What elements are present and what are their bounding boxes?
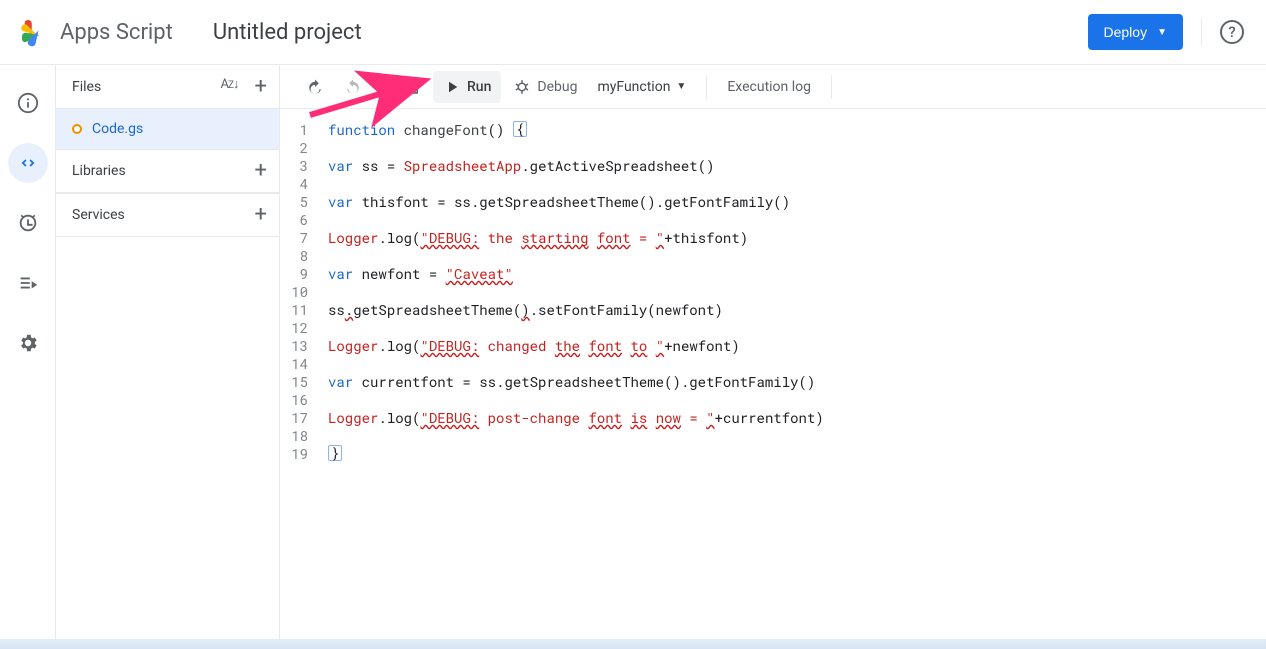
file-name: Code.gs bbox=[92, 121, 143, 137]
rail-editor[interactable] bbox=[8, 143, 48, 183]
executions-icon bbox=[17, 272, 39, 294]
debug-icon bbox=[513, 78, 531, 96]
execution-log-button[interactable]: Execution log bbox=[719, 71, 819, 103]
code-line[interactable] bbox=[328, 355, 1266, 373]
function-name: myFunction bbox=[597, 79, 670, 95]
help-button[interactable]: ? bbox=[1220, 20, 1244, 44]
code-body[interactable]: function changeFont() { var ss = Spreadsh… bbox=[318, 109, 1266, 649]
line-gutter: 12345678910111213141516171819 bbox=[280, 109, 318, 649]
redo-button[interactable] bbox=[336, 71, 370, 103]
execution-log-label: Execution log bbox=[727, 79, 811, 95]
info-icon bbox=[17, 92, 39, 114]
header-separator bbox=[1201, 18, 1202, 46]
code-line[interactable]: } bbox=[328, 445, 1266, 463]
chevron-down-icon: ▼ bbox=[1157, 27, 1167, 38]
rail-settings[interactable] bbox=[8, 323, 48, 363]
debug-button[interactable]: Debug bbox=[505, 71, 585, 103]
function-select[interactable]: myFunction ▼ bbox=[589, 71, 694, 103]
files-header: Files AZ↓ + bbox=[56, 65, 279, 109]
rail-overview[interactable] bbox=[8, 83, 48, 123]
code-editor[interactable]: 12345678910111213141516171819 function c… bbox=[280, 109, 1266, 649]
services-label: Services bbox=[72, 207, 255, 223]
product-name: Apps Script bbox=[60, 20, 173, 45]
file-item-code-gs[interactable]: Code.gs bbox=[56, 109, 279, 149]
toolbar-separator bbox=[831, 75, 832, 99]
deploy-button[interactable]: Deploy ▼ bbox=[1088, 14, 1184, 50]
undo-button[interactable] bbox=[298, 71, 332, 103]
apps-script-logo-icon bbox=[16, 14, 52, 50]
code-line[interactable] bbox=[328, 427, 1266, 445]
sort-az-icon[interactable]: AZ↓ bbox=[221, 76, 239, 98]
files-label: Files bbox=[72, 79, 221, 95]
project-title[interactable]: Untitled project bbox=[213, 20, 362, 45]
code-line[interactable]: Logger.log("DEBUG: the starting font = "… bbox=[328, 229, 1266, 247]
deploy-button-label: Deploy bbox=[1104, 24, 1148, 40]
clock-icon bbox=[17, 212, 39, 234]
services-header: Services + bbox=[56, 193, 279, 237]
code-line[interactable]: var currentfont = ss.getSpreadsheetTheme… bbox=[328, 373, 1266, 391]
debug-label: Debug bbox=[537, 79, 577, 95]
code-line[interactable] bbox=[328, 391, 1266, 409]
toolbar-separator bbox=[706, 75, 707, 99]
libraries-header: Libraries + bbox=[56, 149, 279, 193]
code-line[interactable] bbox=[328, 139, 1266, 157]
code-line[interactable]: ss.getSpreadsheetTheme().setFontFamily(n… bbox=[328, 301, 1266, 319]
redo-icon bbox=[344, 78, 362, 96]
product-logo[interactable]: Apps Script bbox=[16, 14, 173, 50]
code-line[interactable]: var newfont = "Caveat" bbox=[328, 265, 1266, 283]
add-file-button[interactable]: + bbox=[255, 76, 267, 98]
files-panel: Files AZ↓ + Code.gs Libraries + Services… bbox=[56, 65, 280, 649]
run-button[interactable]: Run bbox=[433, 71, 501, 103]
code-line[interactable]: var ss = SpreadsheetApp.getActiveSpreads… bbox=[328, 157, 1266, 175]
rail-executions[interactable] bbox=[8, 263, 48, 303]
save-icon bbox=[403, 78, 421, 96]
unsaved-indicator-icon bbox=[72, 124, 82, 134]
left-rail bbox=[0, 65, 56, 649]
save-button[interactable] bbox=[395, 71, 429, 103]
play-icon bbox=[443, 78, 461, 96]
rail-triggers[interactable] bbox=[8, 203, 48, 243]
code-line[interactable]: function changeFont() { bbox=[328, 121, 1266, 139]
chevron-down-icon: ▼ bbox=[676, 81, 686, 92]
run-label: Run bbox=[467, 79, 491, 95]
add-library-button[interactable]: + bbox=[255, 160, 267, 182]
code-line[interactable] bbox=[328, 319, 1266, 337]
code-line[interactable]: Logger.log("DEBUG: post-change font is n… bbox=[328, 409, 1266, 427]
main-area: Files AZ↓ + Code.gs Libraries + Services… bbox=[0, 64, 1266, 649]
editor-toolbar: Run Debug myFunction ▼ Execution log bbox=[280, 65, 1266, 109]
code-line[interactable]: var thisfont = ss.getSpreadsheetTheme().… bbox=[328, 193, 1266, 211]
editor-column: Run Debug myFunction ▼ Execution log 123… bbox=[280, 65, 1266, 649]
code-icon bbox=[17, 152, 39, 174]
add-service-button[interactable]: + bbox=[255, 204, 267, 226]
undo-icon bbox=[306, 78, 324, 96]
toolbar-separator bbox=[382, 75, 383, 99]
os-taskbar bbox=[0, 639, 1266, 649]
app-header: Apps Script Untitled project Deploy ▼ ? bbox=[0, 0, 1266, 64]
gear-icon bbox=[17, 332, 39, 354]
code-line[interactable] bbox=[328, 175, 1266, 193]
libraries-label: Libraries bbox=[72, 163, 255, 179]
code-line[interactable] bbox=[328, 211, 1266, 229]
code-line[interactable] bbox=[328, 247, 1266, 265]
code-line[interactable] bbox=[328, 283, 1266, 301]
code-line[interactable]: Logger.log("DEBUG: changed the font to "… bbox=[328, 337, 1266, 355]
